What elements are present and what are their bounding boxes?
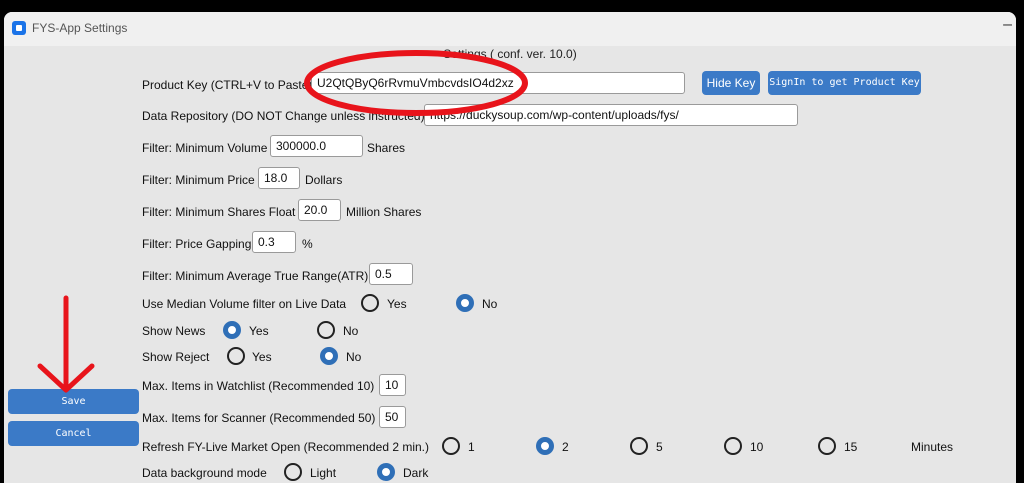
min-price-input[interactable]: 18.0 — [258, 167, 300, 189]
refresh-5-label: 5 — [656, 440, 663, 454]
median-volume-label: Use Median Volume filter on Live Data — [142, 297, 347, 311]
min-atr-input[interactable]: 0.5 — [369, 263, 413, 285]
show-news-no-radio[interactable] — [317, 321, 335, 339]
max-scanner-label: Max. Items for Scanner (Recommended 50) — [142, 411, 376, 425]
bg-mode-light-radio[interactable] — [284, 463, 302, 481]
data-repository-label: Data Repository (DO NOT Change unless in… — [142, 109, 425, 123]
hide-key-button[interactable]: Hide Key — [702, 71, 760, 95]
refresh-5-radio[interactable] — [630, 437, 648, 455]
bg-mode-dark-radio[interactable] — [377, 463, 395, 481]
min-atr-label: Filter: Minimum Average True Range(ATR) — [142, 269, 369, 283]
price-gap-label: Filter: Price Gapping — [142, 237, 252, 251]
max-scanner-input[interactable]: 50 — [379, 406, 406, 428]
min-price-label: Filter: Minimum Price — [142, 173, 255, 187]
min-price-unit: Dollars — [305, 173, 343, 187]
show-news-no-label: No — [343, 324, 359, 338]
settings-heading: Settings ( conf. ver. 10.0) — [443, 47, 577, 61]
screen-top-strip — [0, 0, 1024, 12]
show-news-yes-radio[interactable] — [223, 321, 241, 339]
refresh-2-radio[interactable] — [536, 437, 554, 455]
bg-mode-dark-label: Dark — [403, 466, 429, 480]
median-volume-no-radio[interactable] — [456, 294, 474, 312]
price-gap-input[interactable]: 0.3 — [252, 231, 296, 253]
title-bar: FYS-App Settings – — [4, 12, 1016, 46]
min-volume-label: Filter: Minimum Volume — [142, 141, 268, 155]
save-button[interactable]: Save — [8, 389, 139, 414]
refresh-label: Refresh FY-Live Market Open (Recommended… — [142, 440, 430, 454]
refresh-unit: Minutes — [911, 440, 954, 454]
show-news-yes-label: Yes — [249, 324, 269, 338]
refresh-2-label: 2 — [562, 440, 569, 454]
minimize-button[interactable]: – — [1003, 16, 1012, 34]
product-key-input[interactable]: U2QtQByQ6rRvmuVmbcvdsIO4d2xz — [311, 72, 685, 94]
signin-product-key-button[interactable]: SignIn to get Product Key — [768, 71, 921, 95]
median-volume-no-label: No — [482, 297, 498, 311]
min-float-label: Filter: Minimum Shares Float — [142, 205, 296, 219]
bg-mode-label: Data background mode — [142, 466, 267, 480]
app-icon — [12, 21, 26, 35]
show-reject-yes-label: Yes — [252, 350, 272, 364]
refresh-1-label: 1 — [468, 440, 475, 454]
product-key-label: Product Key (CTRL+V to Paste) — [142, 78, 313, 92]
min-volume-input[interactable]: 300000.0 — [270, 135, 363, 157]
refresh-10-radio[interactable] — [724, 437, 742, 455]
refresh-15-radio[interactable] — [818, 437, 836, 455]
max-watchlist-label: Max. Items in Watchlist (Recommended 10) — [142, 379, 375, 393]
show-reject-no-radio[interactable] — [320, 347, 338, 365]
settings-window: FYS-App Settings – Settings ( conf. ver.… — [4, 12, 1016, 483]
min-float-unit: Million Shares — [346, 205, 422, 219]
median-volume-yes-label: Yes — [387, 297, 407, 311]
price-gap-unit: % — [302, 237, 313, 251]
show-news-label: Show News — [142, 324, 206, 338]
data-repository-input[interactable]: https://duckysoup.com/wp-content/uploads… — [424, 104, 798, 126]
refresh-1-radio[interactable] — [442, 437, 460, 455]
bg-mode-light-label: Light — [310, 466, 337, 480]
show-reject-no-label: No — [346, 350, 362, 364]
max-watchlist-input[interactable]: 10 — [379, 374, 406, 396]
refresh-10-label: 10 — [750, 440, 764, 454]
cancel-button[interactable]: Cancel — [8, 421, 139, 446]
show-reject-label: Show Reject — [142, 350, 210, 364]
min-float-input[interactable]: 20.0 — [298, 199, 341, 221]
refresh-15-label: 15 — [844, 440, 858, 454]
window-title: FYS-App Settings — [32, 21, 128, 35]
show-reject-yes-radio[interactable] — [227, 347, 245, 365]
median-volume-yes-radio[interactable] — [361, 294, 379, 312]
min-volume-unit: Shares — [367, 141, 406, 155]
